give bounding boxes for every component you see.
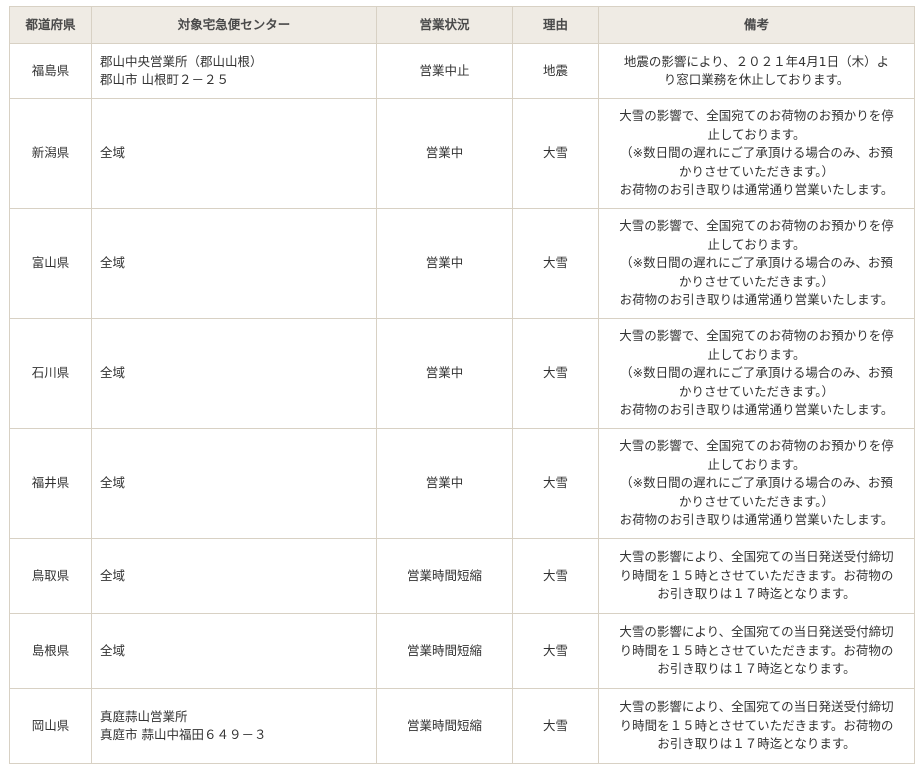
note-line: り窓口業務を休止しております。 — [663, 72, 850, 87]
prefecture-cell: 鳥取県 — [9, 538, 92, 614]
service-status-table: 都道府県 対象宅急便センター 営業状況 理由 備考 福島県 郡山中央営業所（郡山… — [9, 6, 915, 764]
note-line: 止しております。 — [707, 346, 806, 362]
note-line: 大雪の影響により、全国宛ての当日発送受付締切 — [619, 549, 894, 565]
table-row: 鳥取県 全域 営業時間短縮 大雪 大雪の影響により、全国宛ての当日発送受付締切 … — [9, 538, 915, 614]
center-cell: 全域 — [91, 428, 377, 539]
note-line: かりさせていただきます。） — [678, 163, 834, 179]
center-name: 真庭蒜山営業所 — [100, 708, 188, 724]
table-row: 石川県 全域 営業中 大雪 大雪の影響で、全国宛てのお荷物のお預かりを停 止して… — [9, 318, 915, 429]
note-line: （※数日間の遅れにご了承頂ける場合のみ、お預 — [620, 475, 893, 491]
header-prefecture: 都道府県 — [9, 6, 92, 44]
header-center: 対象宅急便センター — [91, 6, 377, 44]
note-line: 大雪の影響で、全国宛てのお荷物のお預かりを停 — [619, 328, 894, 344]
note-line: 止しております。 — [707, 236, 806, 252]
prefecture-cell: 石川県 — [9, 318, 92, 429]
center-address: 郡山市 山根町２－２５ — [100, 72, 229, 87]
reason-cell: 大雪 — [512, 98, 599, 209]
note-line: 地震の影響により、２０２１年4月1日（木）よ — [623, 53, 890, 69]
center-cell: 全域 — [91, 538, 377, 614]
center-name: 全域 — [100, 475, 126, 491]
prefecture-cell: 島根県 — [9, 613, 92, 689]
note-cell: 大雪の影響で、全国宛てのお荷物のお預かりを停 止しております。 （※数日間の遅れ… — [598, 98, 915, 209]
prefecture-cell: 富山県 — [9, 208, 92, 319]
table-body: 福島県 郡山中央営業所（郡山山根） 郡山市 山根町２－２５ 営業中止 地震 地震… — [9, 43, 915, 764]
prefecture-cell: 福井県 — [9, 428, 92, 539]
note-line: かりさせていただきます。） — [678, 493, 834, 509]
center-name: 全域 — [100, 365, 126, 381]
prefecture-cell: 新潟県 — [9, 98, 92, 209]
status-cell: 営業中 — [376, 428, 513, 539]
center-name: 全域 — [100, 255, 126, 271]
reason-cell: 大雪 — [512, 428, 599, 539]
table-row: 新潟県 全域 営業中 大雪 大雪の影響で、全国宛てのお荷物のお預かりを停 止して… — [9, 98, 915, 209]
note-line: お引き取りは１７時迄となります。 — [657, 736, 856, 752]
note-cell: 大雪の影響で、全国宛てのお荷物のお預かりを停 止しております。 （※数日間の遅れ… — [598, 208, 915, 319]
note-cell: 地震の影響により、２０２１年4月1日（木）よ り窓口業務を休止しております。 — [598, 43, 915, 99]
note-cell: 大雪の影響により、全国宛ての当日発送受付締切 り時間を１５時とさせていただきます… — [598, 613, 915, 689]
center-name: 全域 — [100, 642, 126, 658]
note-line: お荷物のお引き取りは通常通り営業いたします。 — [619, 512, 894, 528]
center-cell: 真庭蒜山営業所 真庭市 蒜山中福田６４９－３ — [91, 688, 377, 764]
reason-cell: 地震 — [512, 43, 599, 99]
note-cell: 大雪の影響により、全国宛ての当日発送受付締切 り時間を１５時とさせていただきます… — [598, 538, 915, 614]
note-line: 大雪の影響により、全国宛ての当日発送受付締切 — [619, 699, 894, 715]
table-row: 福井県 全域 営業中 大雪 大雪の影響で、全国宛てのお荷物のお預かりを停 止して… — [9, 428, 915, 539]
center-cell: 全域 — [91, 98, 377, 209]
note-line: 止しております。 — [707, 456, 806, 472]
note-line: かりさせていただきます。） — [678, 273, 834, 289]
status-cell: 営業中 — [376, 208, 513, 319]
table-row: 福島県 郡山中央営業所（郡山山根） 郡山市 山根町２－２５ 営業中止 地震 地震… — [9, 43, 915, 99]
prefecture-cell: 福島県 — [9, 43, 92, 99]
center-name: 郡山中央営業所（郡山山根） — [100, 53, 263, 69]
center-name: 全域 — [100, 145, 126, 161]
note-line: り時間を１５時とさせていただきます。お荷物の — [619, 567, 894, 583]
header-reason: 理由 — [512, 6, 599, 44]
note-line: （※数日間の遅れにご了承頂ける場合のみ、お預 — [620, 145, 893, 161]
note-line: り時間を１５時とさせていただきます。お荷物の — [619, 642, 894, 658]
note-line: り時間を１５時とさせていただきます。お荷物の — [619, 717, 894, 733]
center-cell: 郡山中央営業所（郡山山根） 郡山市 山根町２－２５ — [91, 43, 377, 99]
status-cell: 営業中止 — [376, 43, 513, 99]
reason-cell: 大雪 — [512, 613, 599, 689]
center-cell: 全域 — [91, 613, 377, 689]
table-row: 岡山県 真庭蒜山営業所 真庭市 蒜山中福田６４９－３ 営業時間短縮 大雪 大雪の… — [9, 688, 915, 764]
reason-cell: 大雪 — [512, 318, 599, 429]
prefecture-cell: 岡山県 — [9, 688, 92, 764]
note-line: お引き取りは１７時迄となります。 — [657, 661, 856, 677]
reason-cell: 大雪 — [512, 208, 599, 319]
header-row: 都道府県 対象宅急便センター 営業状況 理由 備考 — [9, 6, 915, 44]
center-cell: 全域 — [91, 208, 377, 319]
header-status: 営業状況 — [376, 6, 513, 44]
status-cell: 営業中 — [376, 318, 513, 429]
note-line: 大雪の影響で、全国宛てのお荷物のお預かりを停 — [619, 438, 894, 454]
note-line: 大雪の影響で、全国宛てのお荷物のお預かりを停 — [619, 108, 894, 124]
note-line: お荷物のお引き取りは通常通り営業いたします。 — [619, 182, 894, 198]
note-line: お荷物のお引き取りは通常通り営業いたします。 — [619, 292, 894, 308]
note-cell: 大雪の影響で、全国宛てのお荷物のお預かりを停 止しております。 （※数日間の遅れ… — [598, 318, 915, 429]
reason-cell: 大雪 — [512, 688, 599, 764]
center-name: 全域 — [100, 567, 126, 583]
table-header: 都道府県 対象宅急便センター 営業状況 理由 備考 — [9, 6, 915, 44]
note-line: お引き取りは１７時迄となります。 — [657, 586, 856, 602]
note-line: 大雪の影響で、全国宛てのお荷物のお預かりを停 — [619, 218, 894, 234]
note-line: （※数日間の遅れにご了承頂ける場合のみ、お預 — [620, 365, 893, 381]
status-cell: 営業時間短縮 — [376, 613, 513, 689]
note-cell: 大雪の影響で、全国宛てのお荷物のお預かりを停 止しております。 （※数日間の遅れ… — [598, 428, 915, 539]
note-line: 大雪の影響により、全国宛ての当日発送受付締切 — [619, 624, 894, 640]
note-line: （※数日間の遅れにご了承頂ける場合のみ、お預 — [620, 255, 893, 271]
center-address: 真庭市 蒜山中福田６４９－３ — [100, 727, 267, 742]
table-row: 島根県 全域 営業時間短縮 大雪 大雪の影響により、全国宛ての当日発送受付締切 … — [9, 613, 915, 689]
reason-cell: 大雪 — [512, 538, 599, 614]
status-cell: 営業時間短縮 — [376, 538, 513, 614]
header-note: 備考 — [598, 6, 915, 44]
status-cell: 営業時間短縮 — [376, 688, 513, 764]
note-line: かりさせていただきます。） — [678, 383, 834, 399]
note-cell: 大雪の影響により、全国宛ての当日発送受付締切 り時間を１５時とさせていただきます… — [598, 688, 915, 764]
table-row: 富山県 全域 営業中 大雪 大雪の影響で、全国宛てのお荷物のお預かりを停 止して… — [9, 208, 915, 319]
note-line: お荷物のお引き取りは通常通り営業いたします。 — [619, 402, 894, 418]
note-line: 止しております。 — [707, 126, 806, 142]
status-cell: 営業中 — [376, 98, 513, 209]
center-cell: 全域 — [91, 318, 377, 429]
